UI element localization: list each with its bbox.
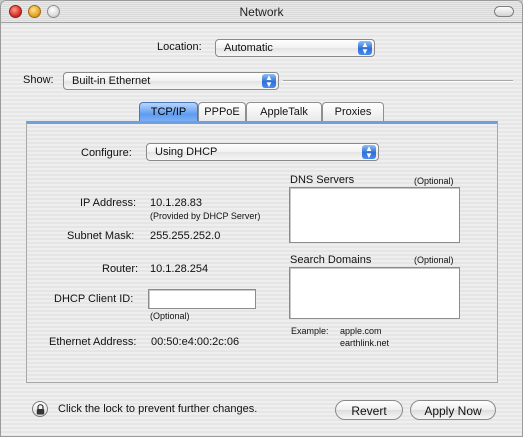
search-domains-example-1: apple.com xyxy=(340,326,382,336)
popup-arrows-icon: ▲ ▼ xyxy=(262,74,276,89)
search-domains-field[interactable] xyxy=(289,267,460,319)
tab-pppoe[interactable]: PPPoE xyxy=(198,102,246,122)
configure-label: Configure: xyxy=(81,147,132,159)
dns-servers-field[interactable] xyxy=(289,187,460,243)
location-value: Automatic xyxy=(224,42,273,54)
configure-value: Using DHCP xyxy=(155,146,218,158)
router-label: Router: xyxy=(102,263,139,275)
show-label: Show: xyxy=(23,74,54,86)
window-title: Network xyxy=(239,5,284,19)
ip-address-label: IP Address: xyxy=(80,197,137,209)
revert-button[interactable]: Revert xyxy=(335,400,403,420)
search-domains-example-2: earthlink.net xyxy=(340,338,390,348)
dhcp-client-id-note: (Optional) xyxy=(150,311,190,321)
configure-popup[interactable]: Using DHCP ▲ ▼ xyxy=(146,143,379,161)
lock-button[interactable] xyxy=(32,401,48,417)
ethernet-address-label: Ethernet Address: xyxy=(49,336,137,348)
router-value: 10.1.28.254 xyxy=(150,263,209,275)
location-label: Location: xyxy=(157,41,202,53)
subnet-mask-label: Subnet Mask: xyxy=(67,230,135,242)
tab-appletalk[interactable]: AppleTalk xyxy=(246,102,322,122)
title-bar[interactable]: Network xyxy=(1,1,522,23)
ip-address-note: (Provided by DHCP Server) xyxy=(150,211,261,221)
show-popup[interactable]: Built-in Ethernet ▲ ▼ xyxy=(63,72,279,90)
popup-arrows-icon: ▲ ▼ xyxy=(358,41,372,56)
popup-arrows-icon: ▲ ▼ xyxy=(362,145,376,160)
lock-icon xyxy=(36,404,45,415)
network-window: Network Location: Automatic ▲ ▼ Show: Bui… xyxy=(0,0,523,437)
toolbar-toggle-button[interactable] xyxy=(494,6,514,17)
search-domains-label: Search Domains xyxy=(290,254,372,266)
tab-tcpip[interactable]: TCP/IP xyxy=(139,102,198,122)
show-value: Built-in Ethernet xyxy=(72,75,151,87)
search-domains-example-label: Example: xyxy=(291,326,329,336)
dhcp-client-id-label: DHCP Client ID: xyxy=(54,293,134,305)
tab-proxies[interactable]: Proxies xyxy=(322,102,384,122)
lock-message: Click the lock to prevent further change… xyxy=(58,403,258,415)
subnet-mask-value: 255.255.252.0 xyxy=(150,230,221,242)
dhcp-client-id-field[interactable] xyxy=(148,289,256,309)
ip-address-value: 10.1.28.83 xyxy=(150,197,202,209)
location-popup[interactable]: Automatic ▲ ▼ xyxy=(215,39,375,57)
search-domains-optional: (Optional) xyxy=(414,255,454,265)
dns-servers-optional: (Optional) xyxy=(414,176,454,186)
ethernet-address-value: 00:50:e4:00:2c:06 xyxy=(151,336,240,348)
apply-now-button[interactable]: Apply Now xyxy=(410,400,496,420)
dns-servers-label: DNS Servers xyxy=(290,174,355,186)
divider xyxy=(283,80,513,82)
